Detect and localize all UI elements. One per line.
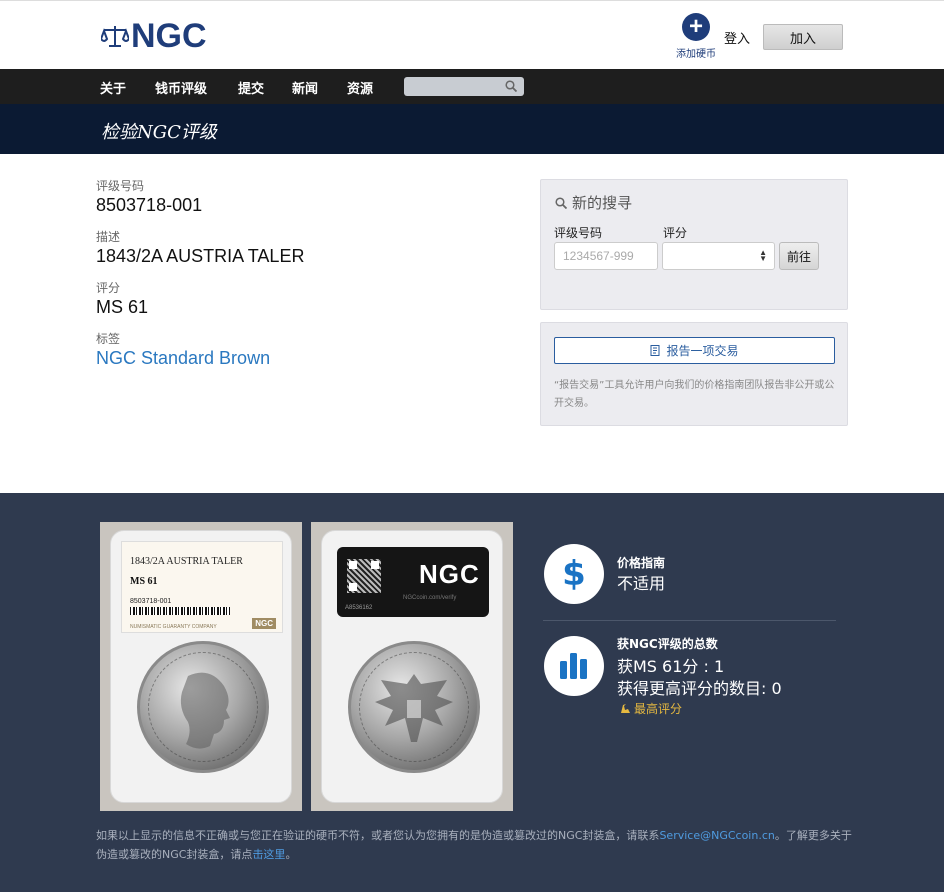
eagle-icon — [375, 674, 453, 742]
grade-value: MS 61 — [96, 297, 149, 317]
go-button[interactable]: 前往 — [779, 242, 819, 270]
slab-back-url: NGCcoin.com/verify — [403, 595, 457, 601]
click-here-link[interactable]: 击这里 — [252, 848, 285, 861]
login-link[interactable]: 登入 — [724, 28, 750, 47]
nav-item-resources[interactable]: 资源 — [347, 78, 373, 97]
search-cert-label: 评级号码 — [554, 226, 603, 240]
add-coin-label: 添加硬币 — [676, 49, 716, 60]
price-guide-label: 价格指南 — [617, 556, 666, 570]
slab-front-label: 1843/2A AUSTRIA TALER MS 61 8503718-001 … — [121, 541, 283, 633]
select-arrows-icon: ▲ ▼ — [759, 248, 767, 263]
dollar-icon: $ — [562, 554, 586, 594]
slab-back-holder: NGC NGCcoin.com/verify A8536162 — [321, 530, 503, 803]
report-transaction-button[interactable]: 报告一项交易 — [554, 337, 835, 364]
new-search-title-text: 新的搜寻 — [572, 194, 633, 212]
portrait-icon — [180, 672, 230, 749]
slab-back-serial: A8536162 — [345, 605, 373, 611]
bar-chart-icon — [560, 653, 587, 679]
nav-item-submit[interactable]: 提交 — [238, 78, 264, 97]
join-button[interactable]: 加入 — [763, 24, 843, 50]
report-transaction-label: 报告一项交易 — [666, 344, 739, 358]
cert-number-label: 评级号码 — [96, 179, 145, 193]
disclaimer-text-3: 。 — [285, 848, 297, 861]
description-label: 描述 — [96, 230, 121, 244]
coin-reverse — [348, 641, 480, 773]
population-higher-line: 获得更高评分的数目: 0 — [617, 679, 782, 698]
report-note: “报告交易”工具允许用户向我们的价格指南团队报告非公开或公开交易。 — [554, 380, 835, 409]
holder-link[interactable]: NGC Standard Brown — [96, 348, 270, 369]
cert-number-field: 评级号码 8503718-001 — [96, 177, 202, 216]
nav-item-about[interactable]: 关于 — [100, 78, 126, 97]
stats-divider — [543, 620, 836, 621]
population-grade-line: 获MS 61分 : 1 — [617, 657, 725, 676]
ngc-logo[interactable]: NGC — [101, 19, 207, 53]
coin-obverse — [137, 641, 269, 773]
page-title: 检验NGC评级 — [101, 122, 217, 143]
barcode — [130, 607, 230, 615]
nav-item-news[interactable]: 新闻 — [292, 78, 318, 97]
report-panel: 报告一项交易 “报告交易”工具允许用户向我们的价格指南团队报告非公开或公开交易。 — [540, 322, 848, 426]
nav-search-input[interactable] — [404, 77, 524, 96]
search-icon — [555, 196, 567, 209]
logo-text: NGC — [131, 17, 207, 55]
population-circle — [544, 636, 604, 696]
search-grade-label: 评分 — [663, 226, 688, 240]
cert-number-input[interactable]: 1234567-999 — [554, 242, 658, 270]
price-guide-circle: $ — [544, 544, 604, 604]
receipt-icon — [650, 345, 660, 356]
page-banner: 检验NGC评级 — [0, 104, 944, 154]
population-label: 获NGC评级的总数 — [617, 637, 718, 651]
description-field: 描述 1843/2A AUSTRIA TALER — [96, 228, 304, 267]
top-pop-label: 最高评分 — [634, 702, 683, 716]
coin-section: 1843/2A AUSTRIA TALER MS 61 8503718-001 … — [0, 493, 944, 892]
slab-front-image[interactable]: 1843/2A AUSTRIA TALER MS 61 8503718-001 … — [100, 522, 302, 811]
new-search-panel: 新的搜寻 评级号码 评分 1234567-999 ▲ ▼ 前往 — [540, 179, 848, 310]
disclaimer: 如果以上显示的信息不正确或与您正在验证的硬币不符，或者您认为您拥有的是伪造或篡改… — [96, 826, 856, 864]
slab-description: 1843/2A AUSTRIA TALER — [130, 556, 243, 567]
price-guide-value: 不适用 — [617, 574, 666, 593]
slab-front-holder: 1843/2A AUSTRIA TALER MS 61 8503718-001 … — [110, 530, 292, 803]
search-icon[interactable] — [505, 80, 517, 92]
disclaimer-text-1: 如果以上显示的信息不正确或与您正在验证的硬币不符，或者您认为您拥有的是伪造或篡改… — [96, 829, 660, 842]
holder-field: 标签 NGC Standard Brown — [96, 330, 270, 369]
slab-back-image[interactable]: NGC NGCcoin.com/verify A8536162 — [311, 522, 513, 811]
holder-label: 标签 — [96, 332, 121, 346]
nav-item-coin-grading[interactable]: 钱币评级 — [155, 78, 207, 97]
slab-back-logo: NGC — [419, 559, 480, 589]
grade-field: 评分 MS 61 — [96, 279, 148, 318]
add-coin-button[interactable]: + 添加硬币 — [675, 13, 717, 60]
grade-label: 评分 — [96, 281, 121, 295]
main-nav: 关于 钱币评级 提交 新闻 资源 — [0, 69, 944, 104]
slab-cert: 8503718-001 — [130, 598, 172, 605]
cert-number-value: 8503718-001 — [96, 195, 203, 215]
slab-company: NUMISMATIC GUARANTY COMPANY — [130, 624, 217, 630]
new-search-title: 新的搜寻 — [555, 192, 632, 213]
description-value: 1843/2A AUSTRIA TALER — [96, 246, 305, 266]
service-email-link[interactable]: Service@NGCcoin.cn — [659, 829, 774, 842]
scales-icon — [101, 26, 129, 47]
slab-back-label: NGC NGCcoin.com/verify A8536162 — [337, 547, 489, 617]
qr-code-icon — [347, 559, 381, 593]
top-header: NGC + 添加硬币 登入 加入 — [0, 0, 944, 69]
trophy-icon — [621, 704, 630, 713]
slab-grade: MS 61 — [130, 576, 158, 587]
top-pop-badge: 最高评分 — [620, 700, 682, 717]
grade-select[interactable]: ▲ ▼ — [662, 242, 775, 270]
plus-icon: + — [682, 13, 710, 41]
slab-mini-logo: NGC — [252, 618, 276, 629]
